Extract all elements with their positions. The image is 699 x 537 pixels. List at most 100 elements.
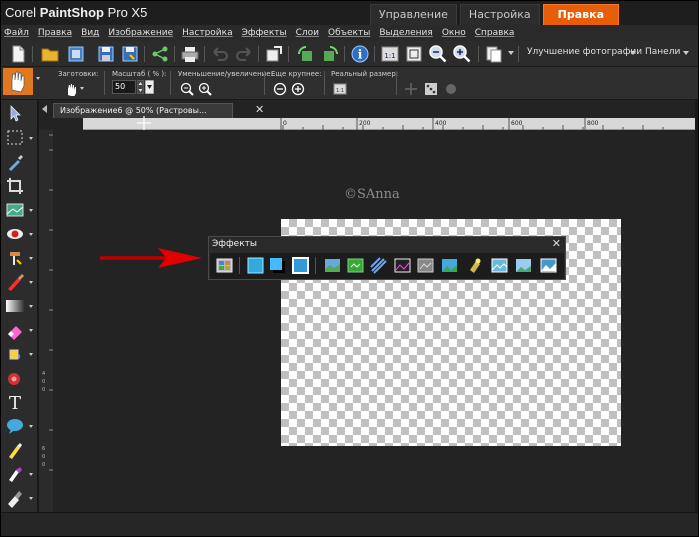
zoom-spinner[interactable]: [137, 80, 144, 94]
menu-window[interactable]: Окно: [442, 25, 466, 41]
fill-tool-icon[interactable]: [4, 344, 26, 364]
ruler-label: 200: [359, 120, 371, 127]
save-icon[interactable]: [96, 44, 116, 64]
eraser-tool-icon[interactable]: [4, 320, 26, 340]
menu-image[interactable]: Изображение: [108, 25, 173, 41]
chevron-down-icon[interactable]: [29, 473, 33, 476]
menu-adjust[interactable]: Настройка: [182, 25, 233, 41]
new-file-icon[interactable]: [8, 44, 28, 64]
fit-window-icon[interactable]: [404, 44, 424, 64]
horizontal-ruler: 0 200 400 600 800: [83, 118, 695, 130]
undo-icon[interactable]: [210, 44, 230, 64]
menu-effects[interactable]: Эффекты: [242, 25, 287, 41]
drop-shadow-icon[interactable]: [269, 257, 286, 274]
chevron-down-icon[interactable]: [29, 137, 33, 140]
tab-adjust[interactable]: Настройка: [459, 4, 540, 25]
zoom-out-icon[interactable]: [180, 82, 194, 96]
gradient-tool-icon[interactable]: [4, 296, 26, 316]
shape-tool-icon[interactable]: [4, 416, 26, 436]
zoom-input[interactable]: 50: [112, 80, 136, 94]
menu-help[interactable]: Справка: [475, 25, 515, 41]
crop-tool-icon[interactable]: [4, 176, 26, 196]
effect-browser-icon[interactable]: [216, 257, 233, 274]
chevron-down-icon[interactable]: [29, 305, 33, 308]
chevron-down-icon[interactable]: [29, 329, 33, 332]
chevron-down-icon[interactable]: [29, 497, 33, 500]
red-eye-tool-icon[interactable]: [4, 224, 26, 244]
chevron-down-icon[interactable]: [29, 281, 33, 284]
chevron-down-icon[interactable]: [29, 233, 33, 236]
retro-lab-icon[interactable]: [540, 257, 557, 274]
chevron-down-icon[interactable]: [80, 87, 84, 90]
hand-icon[interactable]: [64, 82, 78, 96]
zoom-in-icon[interactable]: [198, 82, 212, 96]
toolbar-separator: [288, 46, 289, 62]
inner-bevel-icon[interactable]: [292, 257, 309, 274]
menu-objects[interactable]: Объекты: [328, 25, 370, 41]
pen-tool-icon[interactable]: [4, 440, 26, 460]
menu-file[interactable]: Файл: [4, 25, 29, 41]
svg-text:1:1: 1:1: [384, 52, 395, 60]
chevron-down-icon[interactable]: [36, 77, 40, 80]
actual-size-icon[interactable]: 1:1: [333, 82, 347, 96]
zoom-in-icon[interactable]: [452, 44, 472, 64]
photo-landscape-icon[interactable]: [441, 257, 458, 274]
zoom-more-in-icon[interactable]: [291, 82, 305, 96]
sepia-icon[interactable]: [347, 257, 364, 274]
panels-button[interactable]: Панели: [645, 47, 680, 57]
browse-icon[interactable]: [66, 44, 86, 64]
actual-size-icon[interactable]: 1:1: [380, 44, 400, 64]
edge-enhance-icon[interactable]: [394, 257, 411, 274]
menu-view[interactable]: Вид: [81, 25, 99, 41]
manager-icon[interactable]: [484, 44, 504, 64]
zoom-out-icon[interactable]: [428, 44, 448, 64]
rotate-left-icon[interactable]: [296, 44, 316, 64]
save-as-icon[interactable]: [120, 44, 140, 64]
menu-layers[interactable]: Слои: [296, 25, 319, 41]
tab-edit[interactable]: Правка: [542, 4, 619, 25]
brush-strokes-icon[interactable]: [370, 257, 387, 274]
chevron-down-icon[interactable]: [29, 257, 33, 260]
straighten-tool-icon[interactable]: [4, 200, 26, 220]
close-icon[interactable]: ✕: [255, 103, 264, 116]
chevron-down-icon[interactable]: [29, 425, 33, 428]
chevron-down-icon[interactable]: [508, 51, 514, 55]
photo-fix-button[interactable]: Улучшение фотографии: [527, 47, 642, 57]
texture-icon[interactable]: [491, 257, 508, 274]
resize-icon[interactable]: [264, 44, 284, 64]
soft-focus-icon[interactable]: [515, 257, 532, 274]
pan-tool-current-icon[interactable]: [3, 68, 33, 95]
chevron-down-icon[interactable]: [683, 51, 689, 55]
rotate-right-icon[interactable]: [320, 44, 340, 64]
clone-tool-icon[interactable]: [4, 248, 26, 268]
text-tool-icon[interactable]: T: [4, 392, 26, 412]
emboss-icon[interactable]: [417, 257, 434, 274]
chevron-down-icon[interactable]: [630, 51, 636, 55]
redo-icon[interactable]: [234, 44, 254, 64]
pick-tool-icon[interactable]: [4, 104, 26, 124]
tab-scroll-left-icon[interactable]: [42, 105, 47, 113]
tab-manage[interactable]: Управление: [369, 4, 457, 25]
selection-tool-icon[interactable]: [4, 128, 26, 148]
warp-brush-tool-icon[interactable]: [4, 464, 26, 484]
vignette-icon[interactable]: [466, 257, 483, 274]
black-white-film-icon[interactable]: [324, 257, 341, 274]
chevron-down-icon[interactable]: [29, 209, 33, 212]
close-icon[interactable]: ✕: [552, 237, 561, 250]
open-folder-icon[interactable]: [40, 44, 60, 64]
info-icon[interactable]: i: [350, 44, 370, 64]
menu-edit[interactable]: Правка: [38, 25, 72, 41]
color-changer-tool-icon[interactable]: [4, 488, 26, 508]
share-icon[interactable]: [150, 44, 170, 64]
picture-tube-tool-icon[interactable]: [4, 368, 26, 388]
zoom-dropdown[interactable]: [145, 80, 154, 94]
ruler-label: 800: [587, 120, 599, 127]
print-icon[interactable]: [180, 44, 200, 64]
zoom-more-out-icon[interactable]: [273, 82, 287, 96]
dropper-tool-icon[interactable]: [4, 152, 26, 172]
buttonize-icon[interactable]: [247, 257, 264, 274]
chevron-down-icon[interactable]: [29, 353, 33, 356]
menu-selections[interactable]: Выделения: [379, 25, 432, 41]
paint-brush-tool-icon[interactable]: [4, 272, 26, 292]
svg-text:0: 0: [42, 379, 45, 385]
